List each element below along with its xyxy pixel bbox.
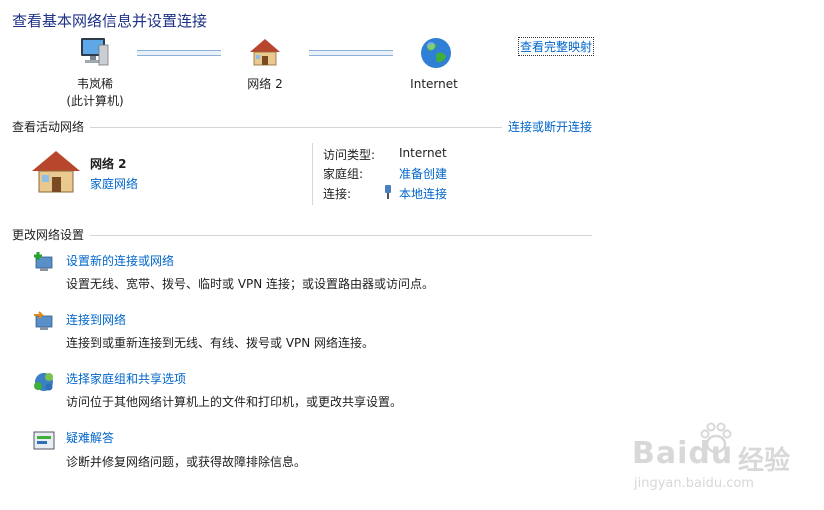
- connection-line-computer-network: [137, 50, 221, 56]
- new-connection-icon: [32, 251, 56, 275]
- access-type-label: 访问类型:: [323, 148, 376, 162]
- task-setup-new-connection-link[interactable]: 设置新的连接或网络: [66, 252, 174, 269]
- active-networks-heading: 查看活动网络: [12, 120, 85, 134]
- homegroup-create-link[interactable]: 准备创建: [399, 165, 447, 182]
- baidu-watermark: Baidu 经验 jingyan.baidu.com: [628, 420, 818, 504]
- computer-node-label: 韦岚稀 (此计算机): [50, 76, 140, 110]
- homegroup-label: 家庭组:: [323, 167, 364, 181]
- computer-sub-label: (此计算机): [66, 94, 124, 108]
- active-network-house-icon: [30, 149, 82, 195]
- connection-label: 连接:: [323, 187, 352, 201]
- task-connect-to-network-desc: 连接到或重新连接到无线、有线、拨号或 VPN 网络连接。: [66, 336, 375, 350]
- internet-globe-icon[interactable]: [419, 36, 453, 70]
- watermark-brand-cn: 经验: [738, 446, 791, 476]
- connect-disconnect-link[interactable]: 连接或断开连接: [508, 118, 592, 135]
- task-homegroup-sharing-link[interactable]: 选择家庭组和共享选项: [66, 370, 186, 387]
- internet-node-label: Internet: [410, 77, 458, 91]
- homegroup-sharing-icon: [32, 370, 56, 394]
- computer-name: 韦岚稀: [76, 77, 113, 91]
- computer-icon: [77, 36, 111, 68]
- task-troubleshoot-desc: 诊断并修复网络问题，或获得故障排除信息。: [66, 455, 307, 469]
- change-settings-heading: 更改网络设置: [12, 228, 85, 242]
- page-title: 查看基本网络信息并设置连接: [12, 12, 208, 30]
- active-networks-divider: [90, 127, 502, 128]
- connection-line-network-internet: [309, 50, 393, 56]
- network-type-link[interactable]: 家庭网络: [90, 175, 138, 192]
- task-homegroup-sharing-desc: 访问位于其他网络计算机上的文件和打印机，或更改共享设置。: [66, 395, 403, 409]
- watermark-brand: Baidu: [632, 436, 734, 471]
- network-node-label: 网络 2: [247, 77, 283, 91]
- watermark-url: jingyan.baidu.com: [634, 476, 754, 491]
- task-troubleshoot-link[interactable]: 疑难解答: [66, 429, 114, 446]
- local-connection-link[interactable]: 本地连接: [399, 185, 447, 202]
- active-network-name: 网络 2: [90, 157, 127, 171]
- connect-network-icon: [32, 310, 56, 334]
- ethernet-plug-icon: [384, 184, 392, 200]
- vertical-divider: [312, 143, 313, 205]
- view-full-map-link[interactable]: 查看完整映射: [518, 37, 595, 56]
- task-connect-to-network-link[interactable]: 连接到网络: [66, 311, 126, 328]
- change-settings-divider: [90, 235, 592, 236]
- task-setup-new-connection-desc: 设置无线、宽带、拨号、临时或 VPN 连接；或设置路由器或访问点。: [66, 277, 435, 291]
- access-type-value: Internet: [399, 146, 447, 160]
- home-network-icon[interactable]: [248, 37, 282, 67]
- troubleshoot-icon: [32, 429, 56, 453]
